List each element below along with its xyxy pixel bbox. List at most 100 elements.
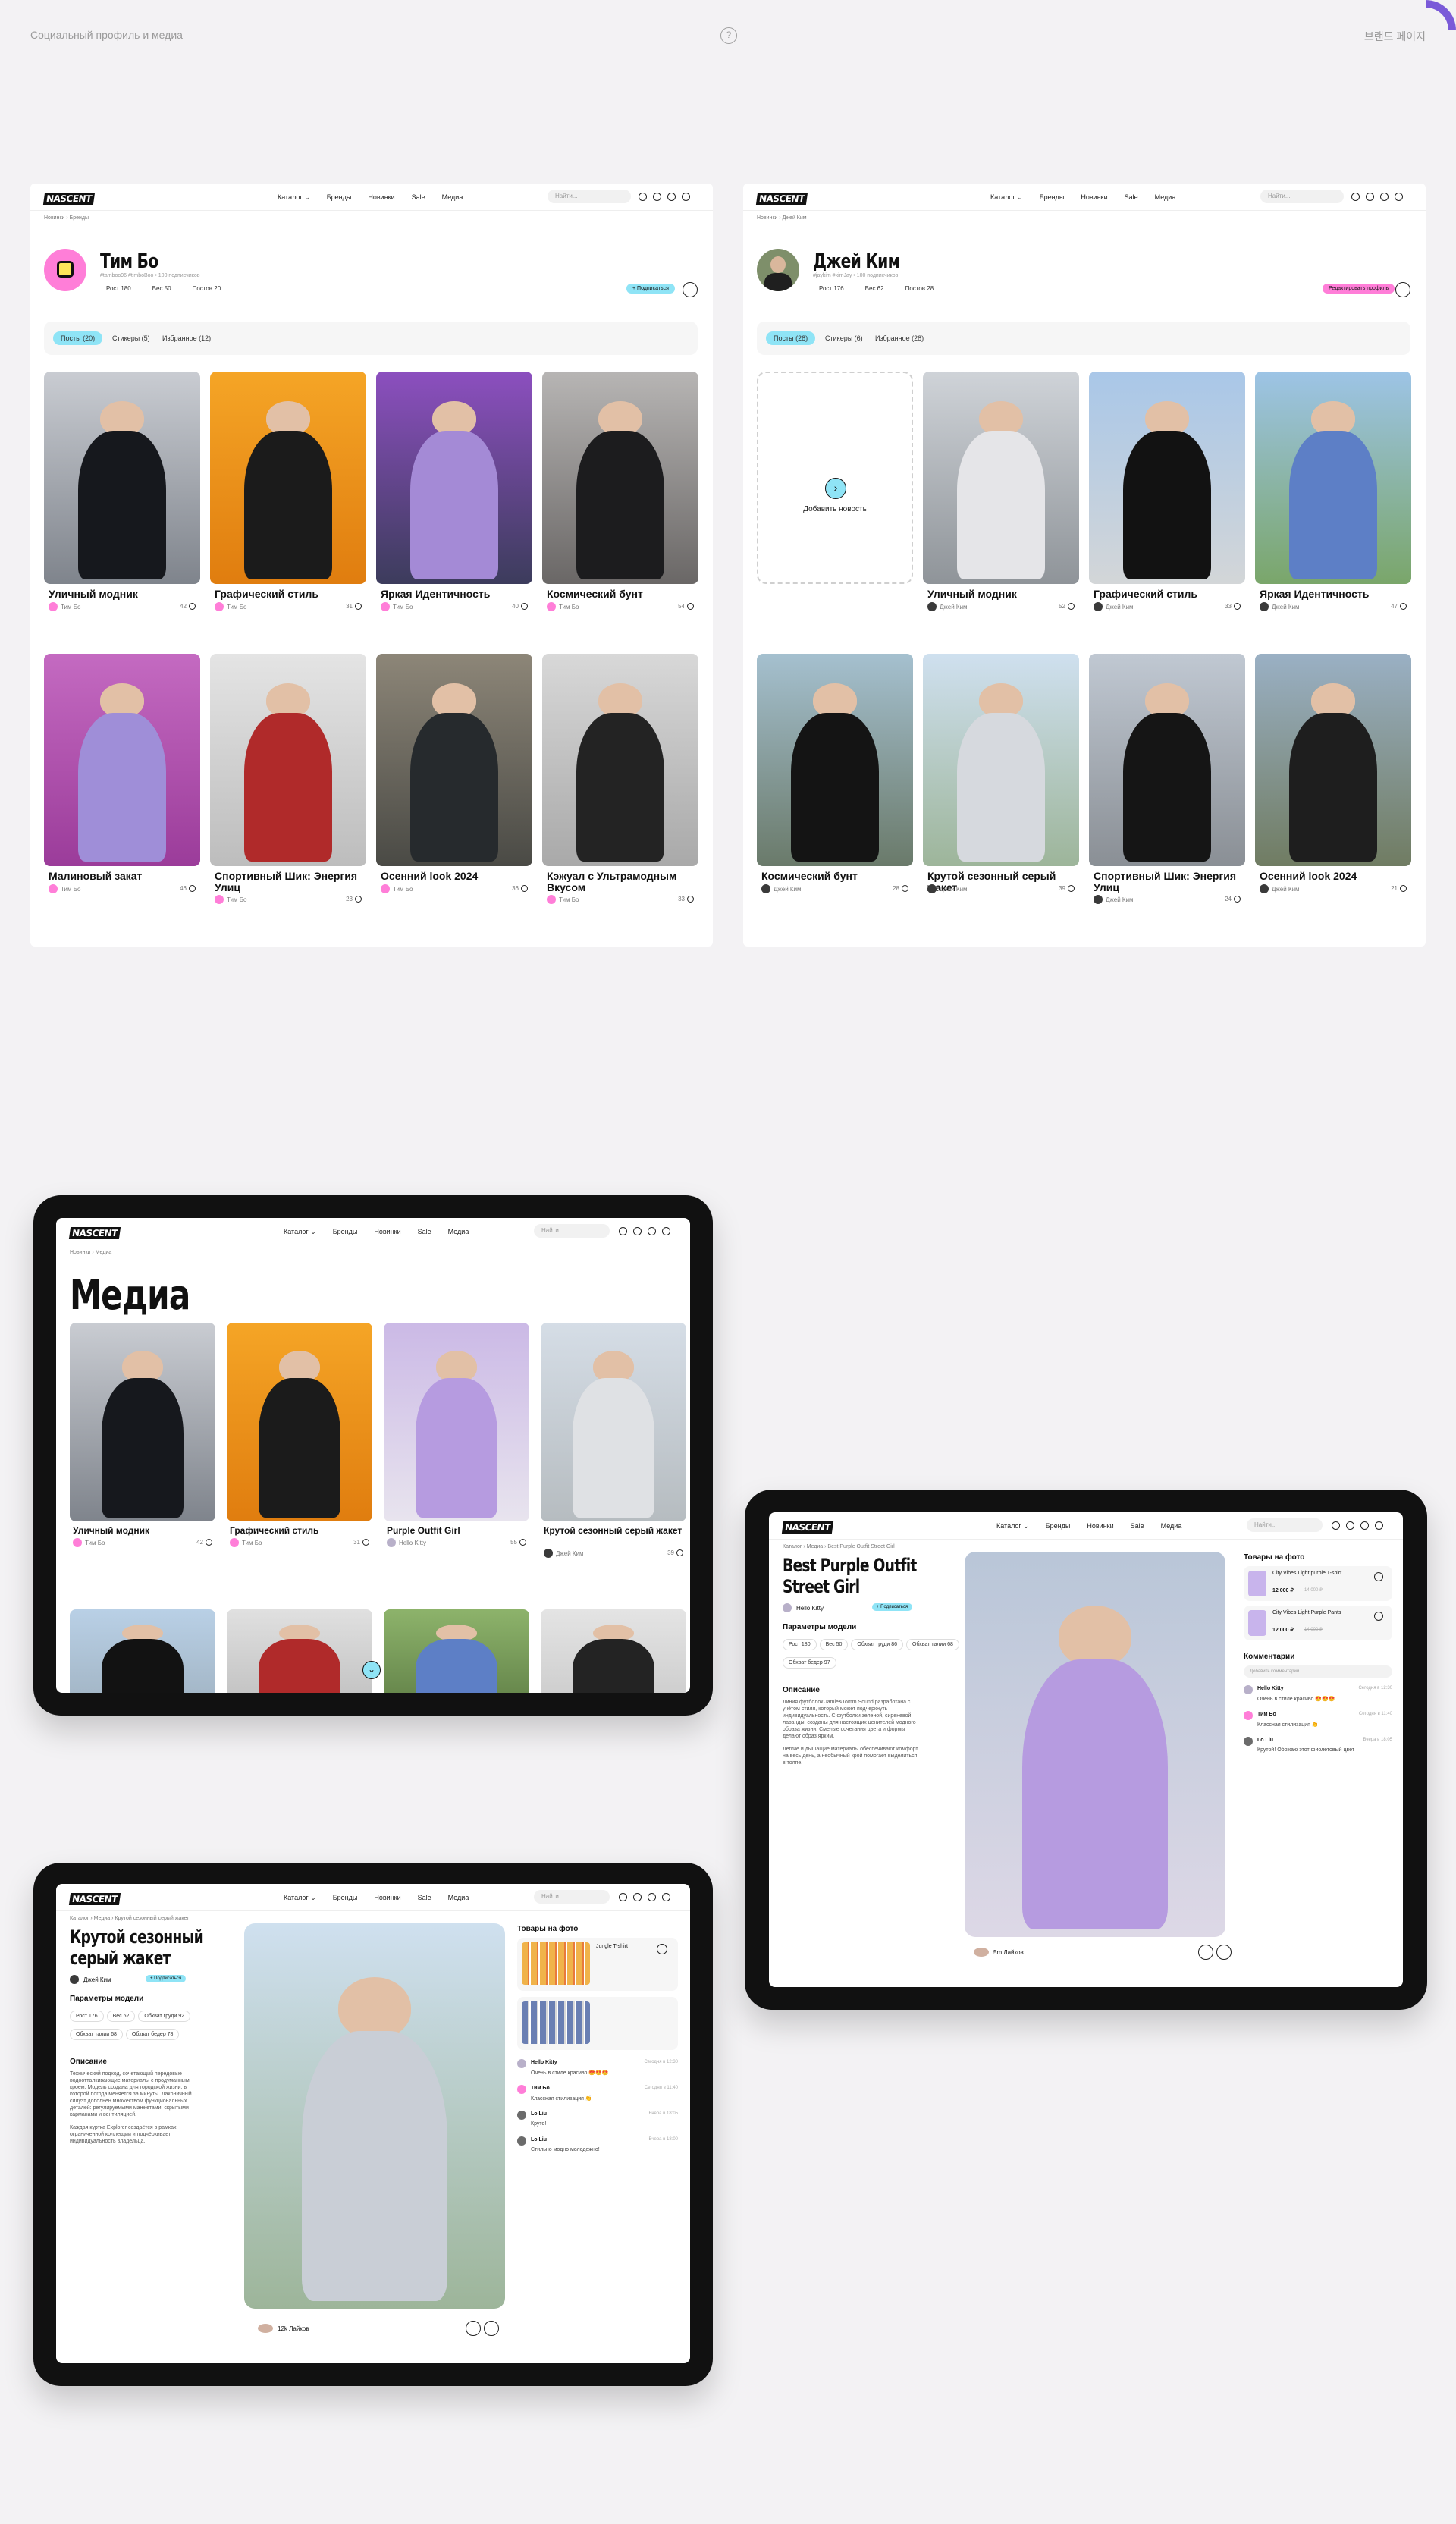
post-card[interactable]: Графический стиль Джей Ким 33 — [1089, 372, 1245, 629]
share-icon[interactable] — [1216, 1945, 1232, 1960]
menu-new[interactable]: Новинки — [1081, 193, 1107, 202]
menu-media[interactable]: Медиа — [448, 1228, 469, 1236]
post-card[interactable]: Малиновый закат Тим Бо 46 — [44, 654, 200, 912]
like-count[interactable]: 23 — [346, 896, 362, 903]
post-card[interactable]: Осенний look 2024 Джей Ким 21 — [1255, 654, 1411, 912]
tab-favorites[interactable]: Избранное (12) — [155, 331, 218, 345]
like-count[interactable]: 36 — [512, 885, 528, 892]
logo[interactable]: NASCENT — [68, 1893, 121, 1905]
post-card[interactable]: Спортивный Шик: Энергия Улиц Тим Бо 23 — [210, 654, 366, 912]
author-name[interactable]: Hello Kitty — [796, 1605, 824, 1612]
menu-new[interactable]: Новинки — [374, 1894, 400, 1902]
post-card[interactable]: Крутой сезонный серый жакет Джей Ким 39 — [923, 654, 1079, 912]
media-card[interactable]: Графический стиль Тим Бо 31 — [227, 1323, 372, 1573]
like-count[interactable]: 52 — [1059, 603, 1075, 610]
cart-icon[interactable] — [662, 1227, 670, 1235]
search-input[interactable]: Найти... — [534, 1890, 610, 1904]
like-count[interactable]: 24 — [1225, 896, 1241, 903]
like-count[interactable]: 42 — [180, 603, 196, 610]
tab-stickers[interactable]: Стикеры (6) — [817, 331, 871, 345]
bell-icon[interactable] — [667, 193, 676, 201]
menu-sale[interactable]: Sale — [1125, 193, 1138, 202]
heart-icon[interactable] — [1374, 1612, 1383, 1621]
media-card[interactable]: Крутой сезонный серый жакет Джей Ким 39 — [541, 1323, 686, 1573]
menu-new[interactable]: Новинки — [368, 193, 394, 202]
product-item[interactable]: City Vibes Light purple T-shirt 12 000 ₽ 1… — [1244, 1566, 1392, 1601]
media-card[interactable]: Уличный модник Тим Бо 42 — [70, 1323, 215, 1573]
share-icon[interactable] — [484, 2321, 499, 2336]
menu-catalog[interactable]: Каталог ⌄ — [990, 193, 1023, 202]
comment-author[interactable]: Hello Kitty — [1257, 1686, 1284, 1691]
user-icon[interactable] — [619, 1227, 627, 1235]
comment-author[interactable]: Lo Liu — [531, 2137, 547, 2143]
menu-catalog[interactable]: Каталог ⌄ — [996, 1522, 1029, 1530]
menu-new[interactable]: Новинки — [374, 1228, 400, 1236]
logo[interactable]: NASCENT — [755, 193, 808, 205]
logo[interactable]: NASCENT — [781, 1521, 833, 1534]
menu-brands[interactable]: Бренды — [327, 193, 352, 202]
search-input[interactable]: Найти... — [1247, 1518, 1323, 1532]
like-count[interactable]: 39 — [667, 1549, 683, 1556]
heart-icon[interactable] — [1366, 193, 1374, 201]
menu-brands[interactable]: Бренды — [333, 1228, 358, 1236]
subscribe-button[interactable]: + Подписаться — [146, 1975, 187, 1982]
user-icon[interactable] — [1351, 193, 1360, 201]
bell-icon[interactable] — [1380, 193, 1389, 201]
menu-sale[interactable]: Sale — [418, 1894, 431, 1902]
search-input[interactable]: Найти... — [1260, 190, 1344, 203]
cart-icon[interactable] — [1375, 1521, 1383, 1530]
like-count[interactable]: 47 — [1391, 603, 1407, 610]
comment-input[interactable]: Добавить комментарий... — [1244, 1665, 1392, 1678]
like-count[interactable]: 33 — [1225, 603, 1241, 610]
post-card[interactable]: Космический бунт Тим Бо 54 — [542, 372, 698, 629]
comment-author[interactable]: Lo Liu — [1257, 1738, 1273, 1743]
menu-catalog[interactable]: Каталог ⌄ — [278, 193, 310, 202]
author-name[interactable]: Джей Ким — [83, 1976, 111, 1983]
menu-brands[interactable]: Бренды — [333, 1894, 358, 1902]
post-card[interactable]: Спортивный Шик: Энергия Улиц Джей Ким 24 — [1089, 654, 1245, 912]
comment-author[interactable]: Lo Liu — [531, 2111, 547, 2117]
post-card[interactable]: Графический стиль Тим Бо 31 — [210, 372, 366, 629]
logo[interactable]: NASCENT — [42, 193, 95, 205]
menu-catalog[interactable]: Каталог ⌄ — [284, 1894, 316, 1902]
heart-icon[interactable] — [657, 1944, 667, 1954]
menu-media[interactable]: Медиа — [1161, 1522, 1182, 1530]
like-count[interactable]: 31 — [353, 1539, 369, 1546]
cart-icon[interactable] — [682, 193, 690, 201]
heart-icon[interactable] — [1346, 1521, 1354, 1530]
sticker-card-2[interactable] — [517, 1997, 678, 2050]
menu-media[interactable]: Медиа — [442, 193, 463, 202]
logo[interactable]: NASCENT — [68, 1227, 121, 1239]
post-card[interactable]: Уличный модник Джей Ким 52 — [923, 372, 1079, 629]
like-count[interactable]: 33 — [678, 896, 694, 903]
menu-sale[interactable]: Sale — [412, 193, 425, 202]
like-count[interactable]: 46 — [180, 885, 196, 892]
like-count[interactable]: 42 — [196, 1539, 212, 1546]
message-icon[interactable] — [682, 282, 698, 297]
menu-media[interactable]: Медиа — [448, 1894, 469, 1902]
menu-media[interactable]: Медиа — [1155, 193, 1176, 202]
cart-icon[interactable] — [1395, 193, 1403, 201]
user-icon[interactable] — [1332, 1521, 1340, 1530]
cart-icon[interactable] — [662, 1893, 670, 1901]
post-card[interactable]: Яркая Идентичность Тим Бо 40 — [376, 372, 532, 629]
search-input[interactable]: Найти... — [534, 1224, 610, 1238]
comment-author[interactable]: Тим Бо — [531, 2086, 550, 2091]
tab-posts[interactable]: Посты (20) — [53, 331, 103, 345]
post-card[interactable]: Кэжуал с Ультрамодным Вкусом Тим Бо 33 — [542, 654, 698, 912]
tab-stickers[interactable]: Стикеры (5) — [105, 331, 158, 345]
scroll-down-icon[interactable]: ⌄ — [362, 1661, 381, 1679]
sticker-card[interactable]: Jungle T-shirt — [517, 1938, 678, 1991]
like-count[interactable]: 21 — [1391, 885, 1407, 892]
like-count[interactable]: 39 — [1059, 885, 1075, 892]
user-icon[interactable] — [619, 1893, 627, 1901]
message-icon[interactable] — [1395, 282, 1410, 297]
subscribe-button[interactable]: + Подписаться — [626, 284, 675, 294]
help-icon[interactable]: ? — [720, 27, 737, 44]
heart-icon[interactable] — [633, 1893, 642, 1901]
menu-sale[interactable]: Sale — [1131, 1522, 1144, 1530]
post-card[interactable]: Уличный модник Тим Бо 42 — [44, 372, 200, 629]
bell-icon[interactable] — [648, 1227, 656, 1235]
tab-favorites[interactable]: Избранное (28) — [868, 331, 931, 345]
like-count[interactable]: 54 — [678, 603, 694, 610]
